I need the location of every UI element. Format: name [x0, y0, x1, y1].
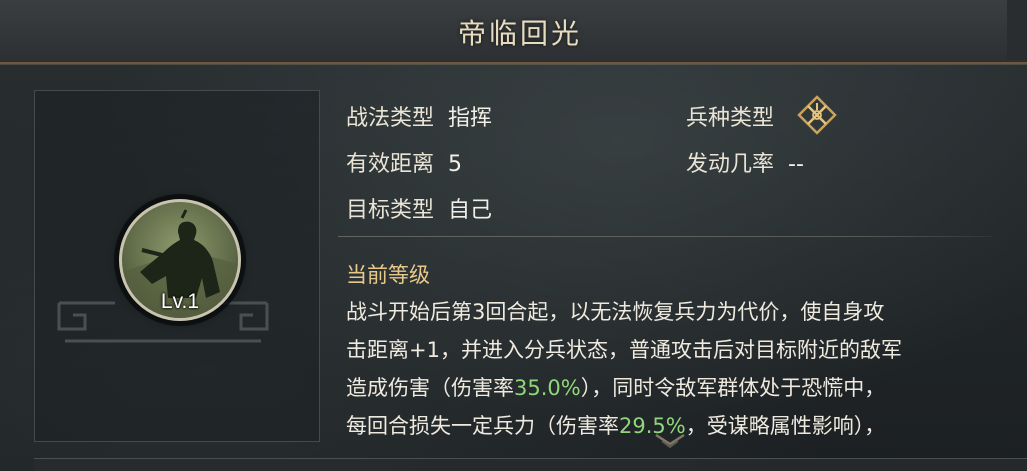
trigger-rate-label: 发动几率 [686, 152, 775, 177]
trigger-rate-value: -- [788, 152, 804, 177]
description-line-4-a: 每回合损失一定兵力（伤害率 [346, 414, 619, 438]
tactic-type-row: 战法类型 指挥 [346, 100, 492, 132]
current-level-heading: 当前等级 [346, 263, 430, 287]
troop-type-row: 兵种类型 [686, 100, 774, 132]
crossed-weapons-diamond-icon[interactable] [796, 94, 838, 136]
title-bar: 帝临回光 [0, 0, 1027, 64]
title-bar-edge [1007, 0, 1027, 60]
effective-range-row: 有效距离 5 [346, 146, 462, 178]
target-type-row: 目标类型 自己 [346, 192, 492, 224]
damage-rate-value-1: 35.0% [514, 376, 581, 400]
bottom-panel-edge [34, 458, 1027, 471]
level-badge: Lv.1 [160, 290, 200, 313]
tactic-type-value: 指挥 [448, 106, 493, 131]
description-line-3-a: 造成伤害（伤害率 [346, 376, 514, 400]
description-line-3: 造成伤害（伤害率35.0%），同时令敌军群体处于恐慌中， [346, 369, 1006, 407]
general-portrait[interactable]: Lv.1 [119, 199, 241, 321]
section-divider [338, 236, 992, 237]
description-line-2: 击距离+1，并进入分兵状态，普通攻击后对目标附近的敌军 [346, 338, 902, 362]
effective-range-value: 5 [448, 152, 463, 177]
portrait-panel: Lv.1 [34, 90, 320, 442]
tactic-detail-window: 帝临回光 Lv.1 战法类型 指挥 兵种类型 有效距离 5 发动几率 -- 目标… [0, 0, 1027, 471]
description-line-1: 战斗开始后第3回合起，以无法恢复兵力为代价，使自身攻 [346, 300, 885, 324]
tactic-type-label: 战法类型 [346, 106, 435, 131]
target-type-value: 自己 [448, 198, 493, 223]
description-line-3-b: ），同时令敌军群体处于恐慌中， [580, 376, 886, 400]
chevron-down-icon[interactable] [652, 432, 688, 450]
target-type-label: 目标类型 [346, 198, 435, 223]
troop-type-label: 兵种类型 [686, 106, 775, 131]
tactic-description: 战斗开始后第3回合起，以无法恢复兵力为代价，使自身攻 击距离+1，并进入分兵状态… [346, 293, 1006, 445]
tactic-title: 帝临回光 [457, 17, 582, 50]
description-line-4-b: ，受谋略属性影响）， [685, 414, 886, 438]
trigger-rate-row: 发动几率 -- [686, 146, 804, 178]
effective-range-label: 有效距离 [346, 152, 435, 177]
